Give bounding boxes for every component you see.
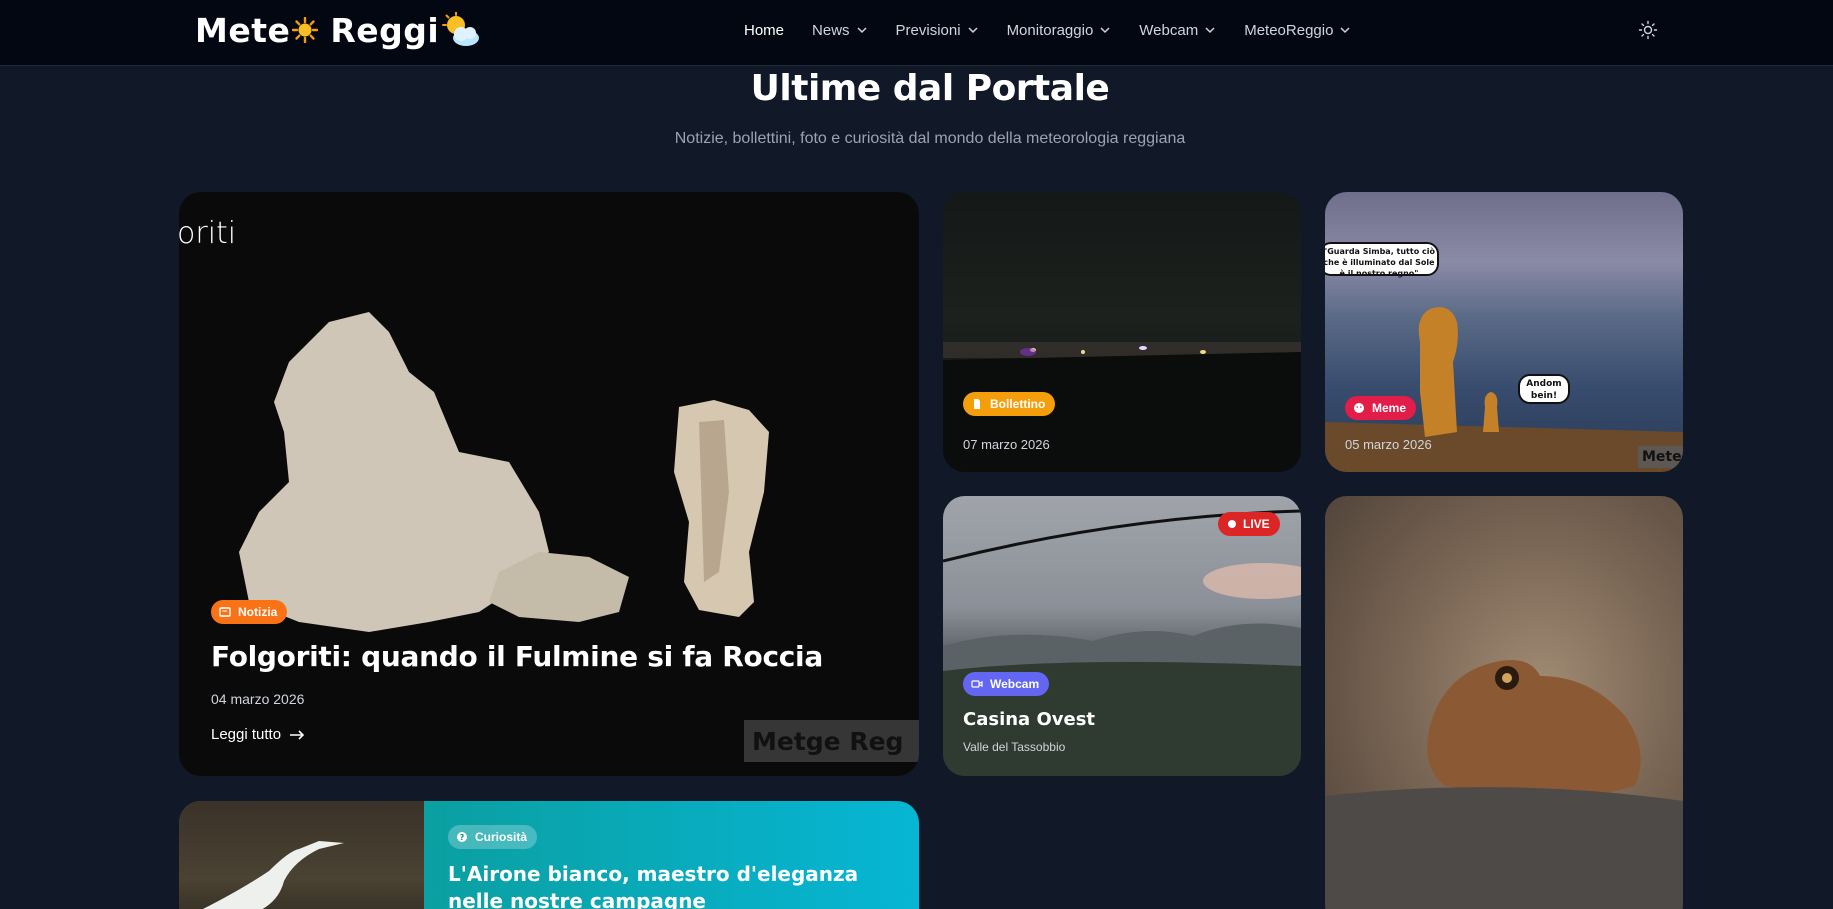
nav-meteoreggio[interactable]: MeteoReggio bbox=[1244, 20, 1351, 40]
chevron-down-icon bbox=[857, 27, 867, 34]
speech-bubble-2: Andom bein! bbox=[1518, 374, 1570, 404]
chevron-down-icon bbox=[1205, 27, 1215, 34]
live-label: LIVE bbox=[1243, 517, 1270, 531]
bollettino-date: 07 marzo 2026 bbox=[963, 437, 1050, 452]
logo-text-part1: Mete bbox=[195, 10, 291, 50]
nav-webcam[interactable]: Webcam bbox=[1139, 20, 1216, 40]
featured-article-card[interactable]: oriti Notizia Folgoriti: quando il Fulmi… bbox=[179, 192, 919, 776]
meme-date: 05 marzo 2026 bbox=[1345, 437, 1432, 452]
curiosita-card[interactable]: ? Curiosità L'Airone bianco, maestro d'e… bbox=[179, 801, 919, 909]
rock-photo bbox=[239, 312, 769, 632]
webcam-location: Valle del Tassobbio bbox=[963, 740, 1066, 754]
read-more-link[interactable]: Leggi tutto bbox=[211, 726, 305, 743]
lion-silhouette-photo bbox=[1325, 307, 1683, 472]
meme-card[interactable]: "Guarda Simba, tutto ciò che è illuminat… bbox=[1325, 192, 1683, 472]
logo-text-part2: Reggi bbox=[330, 10, 440, 50]
badge-webcam-label: Webcam bbox=[990, 677, 1040, 691]
newspaper-icon bbox=[219, 607, 231, 617]
webcam-title[interactable]: Casina Ovest bbox=[963, 709, 1095, 730]
live-badge: LIVE bbox=[1218, 512, 1280, 536]
webcam-card[interactable]: LIVE Webcam Casina Ovest Valle del Tasso… bbox=[943, 496, 1301, 776]
nav-monitoraggio[interactable]: Monitoraggio bbox=[1007, 20, 1112, 40]
speech-bubble-1: "Guarda Simba, tutto ciò che è illuminat… bbox=[1325, 242, 1439, 278]
image-caption-text: oriti bbox=[179, 216, 237, 251]
read-more-label: Leggi tutto bbox=[211, 726, 282, 743]
site-logo[interactable]: Mete Reggi bbox=[195, 8, 481, 52]
cloud-sun-icon bbox=[442, 12, 480, 46]
featured-article-date: 04 marzo 2026 bbox=[211, 691, 305, 707]
badge-curiosita-label: Curiosità bbox=[475, 830, 528, 844]
image-watermark: Metge Reg bbox=[744, 720, 919, 762]
meme-watermark: Mete bbox=[1638, 446, 1683, 468]
video-camera-icon bbox=[971, 680, 983, 688]
badge-notizia[interactable]: Notizia bbox=[211, 600, 288, 624]
badge-bollettino[interactable]: Bollettino bbox=[963, 392, 1056, 416]
theme-toggle-sun-icon[interactable] bbox=[1638, 20, 1658, 40]
question-icon: ? bbox=[457, 832, 467, 842]
arrow-right-icon bbox=[290, 729, 305, 740]
live-dot-icon bbox=[1228, 520, 1236, 528]
main-menu: Home News Previsioni Monitoraggio Webcam… bbox=[744, 20, 1379, 40]
nav-previsioni-label: Previsioni bbox=[895, 21, 961, 39]
nav-webcam-label: Webcam bbox=[1139, 21, 1199, 39]
document-icon bbox=[974, 399, 980, 409]
badge-meme-label: Meme bbox=[1372, 401, 1407, 415]
page-title: Ultime dal Portale bbox=[750, 68, 1110, 109]
top-navbar: Mete Reggi Home News Previsioni Monitora… bbox=[0, 0, 1833, 66]
smiley-icon bbox=[1354, 403, 1364, 413]
nav-previsioni[interactable]: Previsioni bbox=[896, 20, 979, 40]
curiosita-article-title[interactable]: L'Airone bianco, maestro d'eleganza nell… bbox=[448, 861, 878, 909]
night-city-photo bbox=[943, 342, 1301, 472]
badge-meme[interactable]: Meme bbox=[1345, 396, 1417, 420]
chevron-down-icon bbox=[968, 27, 978, 34]
svg-text:?: ? bbox=[460, 833, 465, 842]
nav-home-label: Home bbox=[744, 21, 785, 39]
sun-icon bbox=[292, 17, 319, 43]
page-subtitle: Notizie, bollettini, foto e curiosità da… bbox=[674, 130, 1186, 147]
nav-news-label: News bbox=[812, 21, 850, 39]
bollettino-card[interactable]: Bollettino 07 marzo 2026 bbox=[943, 192, 1301, 472]
frog-photo bbox=[1325, 660, 1683, 909]
heron-photo bbox=[179, 801, 424, 909]
badge-notizia-label: Notizia bbox=[238, 605, 278, 619]
badge-webcam[interactable]: Webcam bbox=[963, 672, 1050, 696]
nav-monitoraggio-label: Monitoraggio bbox=[1006, 21, 1094, 39]
frog-photo-card[interactable] bbox=[1325, 496, 1683, 909]
nav-home[interactable]: Home bbox=[744, 20, 784, 40]
heron-silhouette bbox=[202, 841, 344, 909]
chevron-down-icon bbox=[1340, 27, 1350, 34]
chevron-down-icon bbox=[1100, 27, 1110, 34]
featured-article-title[interactable]: Folgoriti: quando il Fulmine si fa Rocci… bbox=[211, 640, 823, 673]
nav-news[interactable]: News bbox=[812, 20, 868, 40]
valley-landscape-photo bbox=[943, 509, 1301, 776]
badge-curiosita[interactable]: ? Curiosità bbox=[448, 825, 538, 849]
nav-meteoreggio-label: MeteoReggio bbox=[1244, 21, 1334, 39]
badge-bollettino-label: Bollettino bbox=[990, 397, 1046, 411]
